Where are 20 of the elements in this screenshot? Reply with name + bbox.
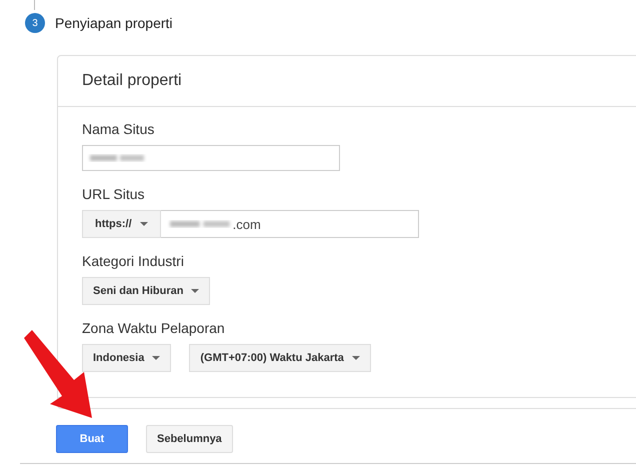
caret-icon: [352, 356, 360, 360]
caret-icon: [152, 356, 160, 360]
url-text: .com: [232, 216, 261, 232]
step-title: Penyiapan properti: [55, 15, 173, 31]
field-label: URL Situs: [82, 186, 146, 202]
blurred-text: [87, 152, 147, 164]
step-number: 3: [25, 13, 45, 33]
dropdown[interactable]: (GMT+07:00) Waktu Jakarta: [189, 344, 371, 372]
caret-icon: [140, 222, 148, 226]
card-title: Detail properti: [58, 56, 636, 107]
field-label: Nama Situs: [82, 121, 156, 137]
field-label: Zona Waktu Pelaporan: [82, 320, 226, 336]
field-label: Kategori Industri: [82, 253, 185, 269]
dropdown[interactable]: Indonesia: [82, 344, 172, 372]
caret-icon: [191, 289, 200, 293]
back-button[interactable]: Sebelumnya: [146, 425, 233, 453]
dropdown[interactable]: Seni dan Hiburan: [82, 277, 210, 305]
url-field[interactable]: .com: [160, 210, 419, 238]
text-field[interactable]: [82, 145, 340, 171]
protocol-dropdown[interactable]: https://: [82, 210, 161, 238]
